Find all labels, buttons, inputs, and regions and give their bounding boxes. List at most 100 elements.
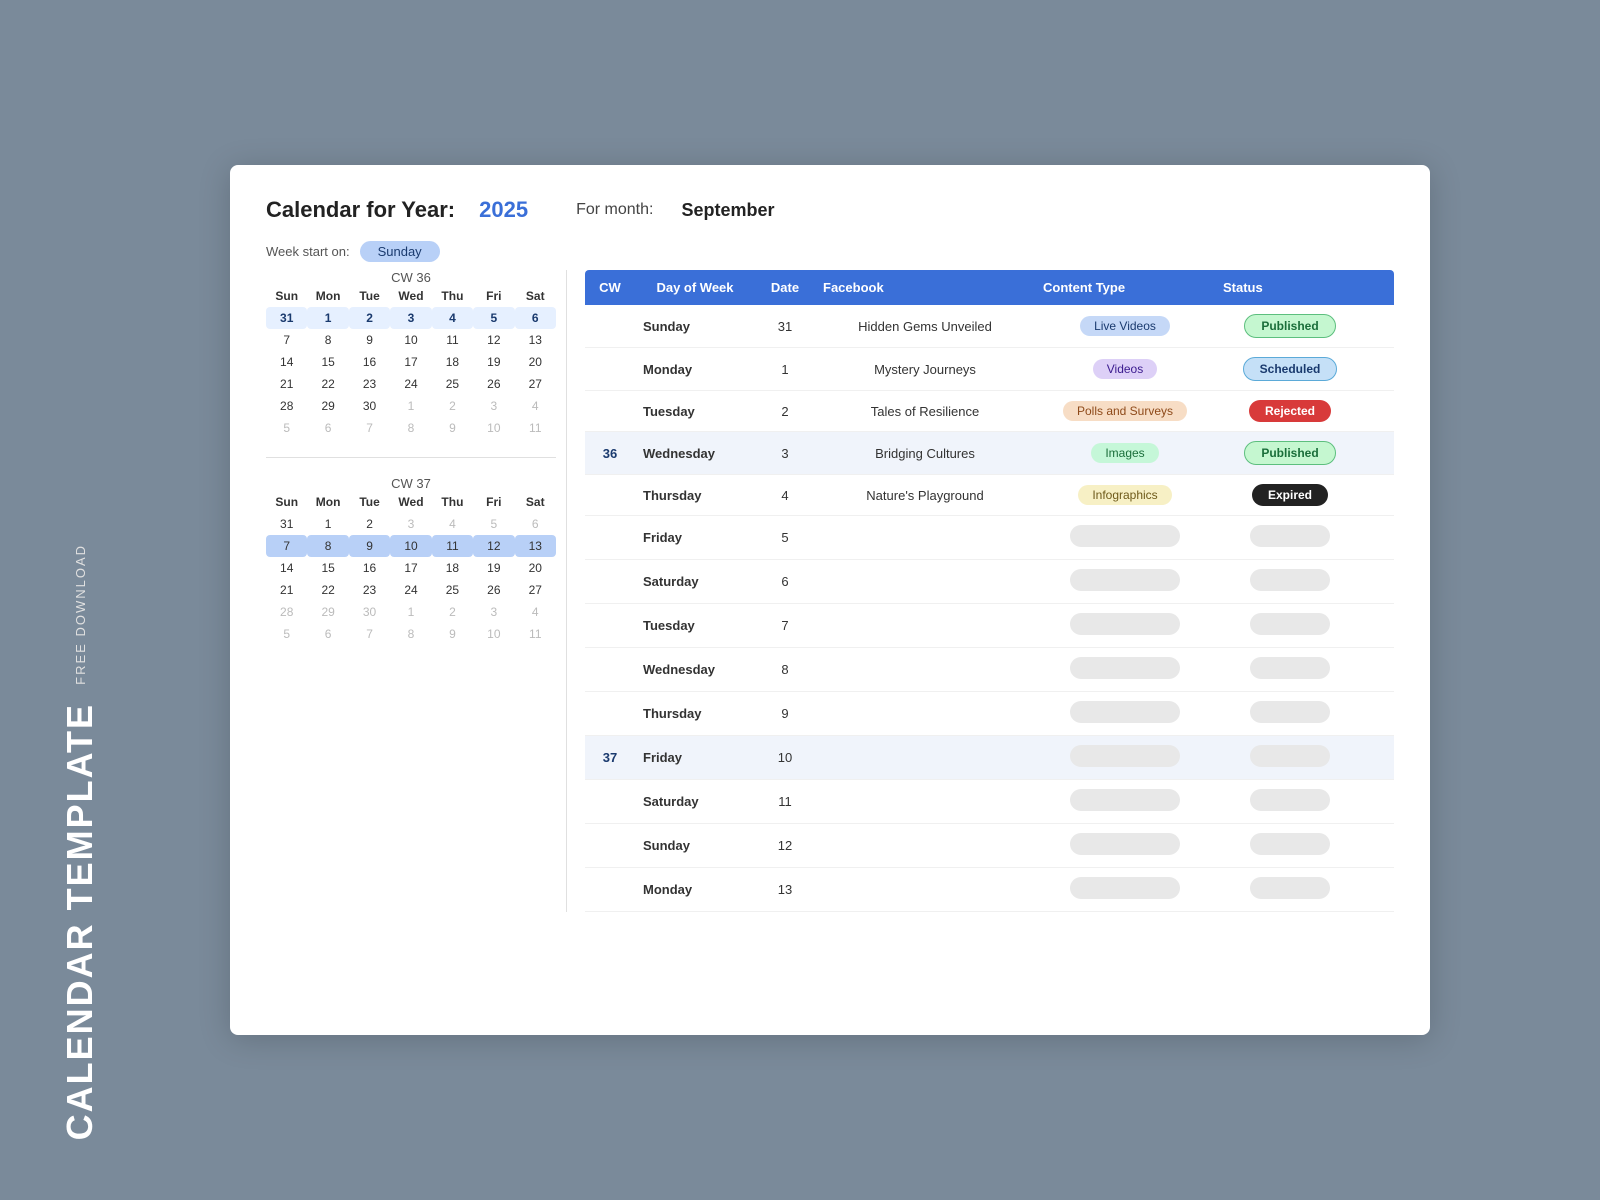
facebook-cell bbox=[815, 705, 1035, 723]
calendar-cell: 1 bbox=[307, 513, 348, 535]
calendar-cell: 6 bbox=[515, 307, 556, 329]
placeholder-bar bbox=[1250, 657, 1330, 679]
table-rows-cw36: Sunday31Hidden Gems UnveiledLive VideosP… bbox=[585, 305, 1394, 604]
calendar-cell: 12 bbox=[473, 329, 514, 351]
calendar-cell: 19 bbox=[473, 557, 514, 579]
calendar-cell: 17 bbox=[390, 351, 431, 373]
table-column-header: Status bbox=[1215, 270, 1365, 305]
content-type-cell bbox=[1035, 516, 1215, 559]
calendar-cell: 26 bbox=[473, 579, 514, 601]
calendar-cell: 16 bbox=[349, 351, 390, 373]
cw37-days-header: SunMonTueWedThuFriSat bbox=[266, 495, 556, 509]
status-cell bbox=[1215, 692, 1365, 735]
table-row: Monday1Mystery JourneysVideosScheduled bbox=[585, 348, 1394, 391]
calendar-cell: 19 bbox=[473, 351, 514, 373]
calendar-cell: 21 bbox=[266, 579, 307, 601]
table-rows-cw37: Tuesday7Wednesday8Thursday937Friday10Sat… bbox=[585, 604, 1394, 912]
date-cell: 3 bbox=[755, 437, 815, 470]
calendar-cell: 7 bbox=[266, 535, 307, 557]
facebook-cell bbox=[815, 793, 1035, 811]
day-header: Fri bbox=[473, 495, 514, 509]
facebook-cell: Tales of Resilience bbox=[815, 395, 1035, 428]
week-start-label: Week start on: bbox=[266, 244, 350, 259]
calendar-cell: 9 bbox=[432, 417, 473, 439]
calendar-year: 2025 bbox=[479, 197, 528, 223]
date-cell: 11 bbox=[755, 785, 815, 818]
calendar-cell: 16 bbox=[349, 557, 390, 579]
facebook-cell bbox=[815, 661, 1035, 679]
content-type-badge: Videos bbox=[1093, 359, 1157, 379]
calendar-cell: 6 bbox=[307, 623, 348, 645]
cw-cell bbox=[585, 881, 635, 899]
status-cell: Expired bbox=[1215, 475, 1365, 515]
calendar-cell: 2 bbox=[349, 513, 390, 535]
week-start-row: Week start on: Sunday bbox=[266, 241, 1394, 262]
calendar-cell: 6 bbox=[515, 513, 556, 535]
day-header: Sun bbox=[266, 289, 307, 303]
content-type-badge: Infographics bbox=[1078, 485, 1171, 505]
placeholder-bar bbox=[1070, 833, 1180, 855]
calendar-cell: 18 bbox=[432, 557, 473, 579]
cw-cell: 37 bbox=[585, 741, 635, 774]
facebook-cell bbox=[815, 617, 1035, 635]
cw-cell bbox=[585, 573, 635, 591]
table-row: 36Wednesday3Bridging CulturesImagesPubli… bbox=[585, 432, 1394, 475]
calendar-cell: 1 bbox=[390, 601, 431, 623]
week-start-value: Sunday bbox=[360, 241, 440, 262]
facebook-cell: Hidden Gems Unveiled bbox=[815, 310, 1035, 343]
for-month-label: For month: bbox=[576, 201, 653, 219]
table-row: Friday5 bbox=[585, 516, 1394, 560]
table-header: CWDay of WeekDateFacebookContent TypeSta… bbox=[585, 270, 1394, 305]
date-cell: 5 bbox=[755, 521, 815, 554]
calendar-cell: 8 bbox=[390, 417, 431, 439]
placeholder-bar bbox=[1250, 833, 1330, 855]
facebook-cell bbox=[815, 749, 1035, 767]
calendar-cell: 20 bbox=[515, 351, 556, 373]
calendar-cell: 5 bbox=[266, 417, 307, 439]
free-download-label: FREE DOWNLOAD bbox=[73, 544, 88, 685]
cw-cell: 36 bbox=[585, 437, 635, 470]
calendar-cell: 10 bbox=[473, 417, 514, 439]
facebook-cell: Nature's Playground bbox=[815, 479, 1035, 512]
calendar-cell: 31 bbox=[266, 307, 307, 329]
content-type-cell bbox=[1035, 604, 1215, 647]
day-header: Mon bbox=[307, 289, 348, 303]
calendar-cell: 8 bbox=[307, 329, 348, 351]
placeholder-bar bbox=[1070, 789, 1180, 811]
content-grid: CW 36 SunMonTueWedThuFriSat 311234567891… bbox=[266, 270, 1394, 912]
day-cell: Sunday bbox=[635, 310, 755, 343]
calendar-cell: 3 bbox=[390, 307, 431, 329]
date-cell: 10 bbox=[755, 741, 815, 774]
status-cell: Scheduled bbox=[1215, 348, 1365, 390]
table-column-header: Day of Week bbox=[635, 270, 755, 305]
content-type-cell bbox=[1035, 780, 1215, 823]
table-row: Thursday9 bbox=[585, 692, 1394, 736]
cw-cell bbox=[585, 529, 635, 547]
placeholder-bar bbox=[1070, 877, 1180, 899]
content-type-cell bbox=[1035, 648, 1215, 691]
header-row: Calendar for Year: 2025 For month: Septe… bbox=[266, 197, 1394, 223]
date-cell: 1 bbox=[755, 353, 815, 386]
day-cell: Monday bbox=[635, 353, 755, 386]
calendar-title: Calendar for Year: bbox=[266, 197, 455, 223]
table-row: Monday13 bbox=[585, 868, 1394, 912]
calendar-cell: 2 bbox=[432, 395, 473, 417]
content-type-cell bbox=[1035, 736, 1215, 779]
content-type-cell: Videos bbox=[1035, 350, 1215, 388]
calendar-cell: 3 bbox=[473, 601, 514, 623]
content-type-badge: Polls and Surveys bbox=[1063, 401, 1187, 421]
date-cell: 4 bbox=[755, 479, 815, 512]
date-cell: 7 bbox=[755, 609, 815, 642]
table-column-header: CW bbox=[585, 270, 635, 305]
placeholder-bar bbox=[1250, 569, 1330, 591]
calendar-cell: 14 bbox=[266, 557, 307, 579]
calendar-cell: 8 bbox=[307, 535, 348, 557]
day-header: Wed bbox=[390, 495, 431, 509]
calendar-cell: 28 bbox=[266, 395, 307, 417]
status-badge: Published bbox=[1244, 441, 1335, 465]
content-type-cell bbox=[1035, 868, 1215, 911]
day-cell: Wednesday bbox=[635, 653, 755, 686]
calendar-cell: 9 bbox=[432, 623, 473, 645]
day-cell: Friday bbox=[635, 521, 755, 554]
table-column-header: Content Type bbox=[1035, 270, 1215, 305]
